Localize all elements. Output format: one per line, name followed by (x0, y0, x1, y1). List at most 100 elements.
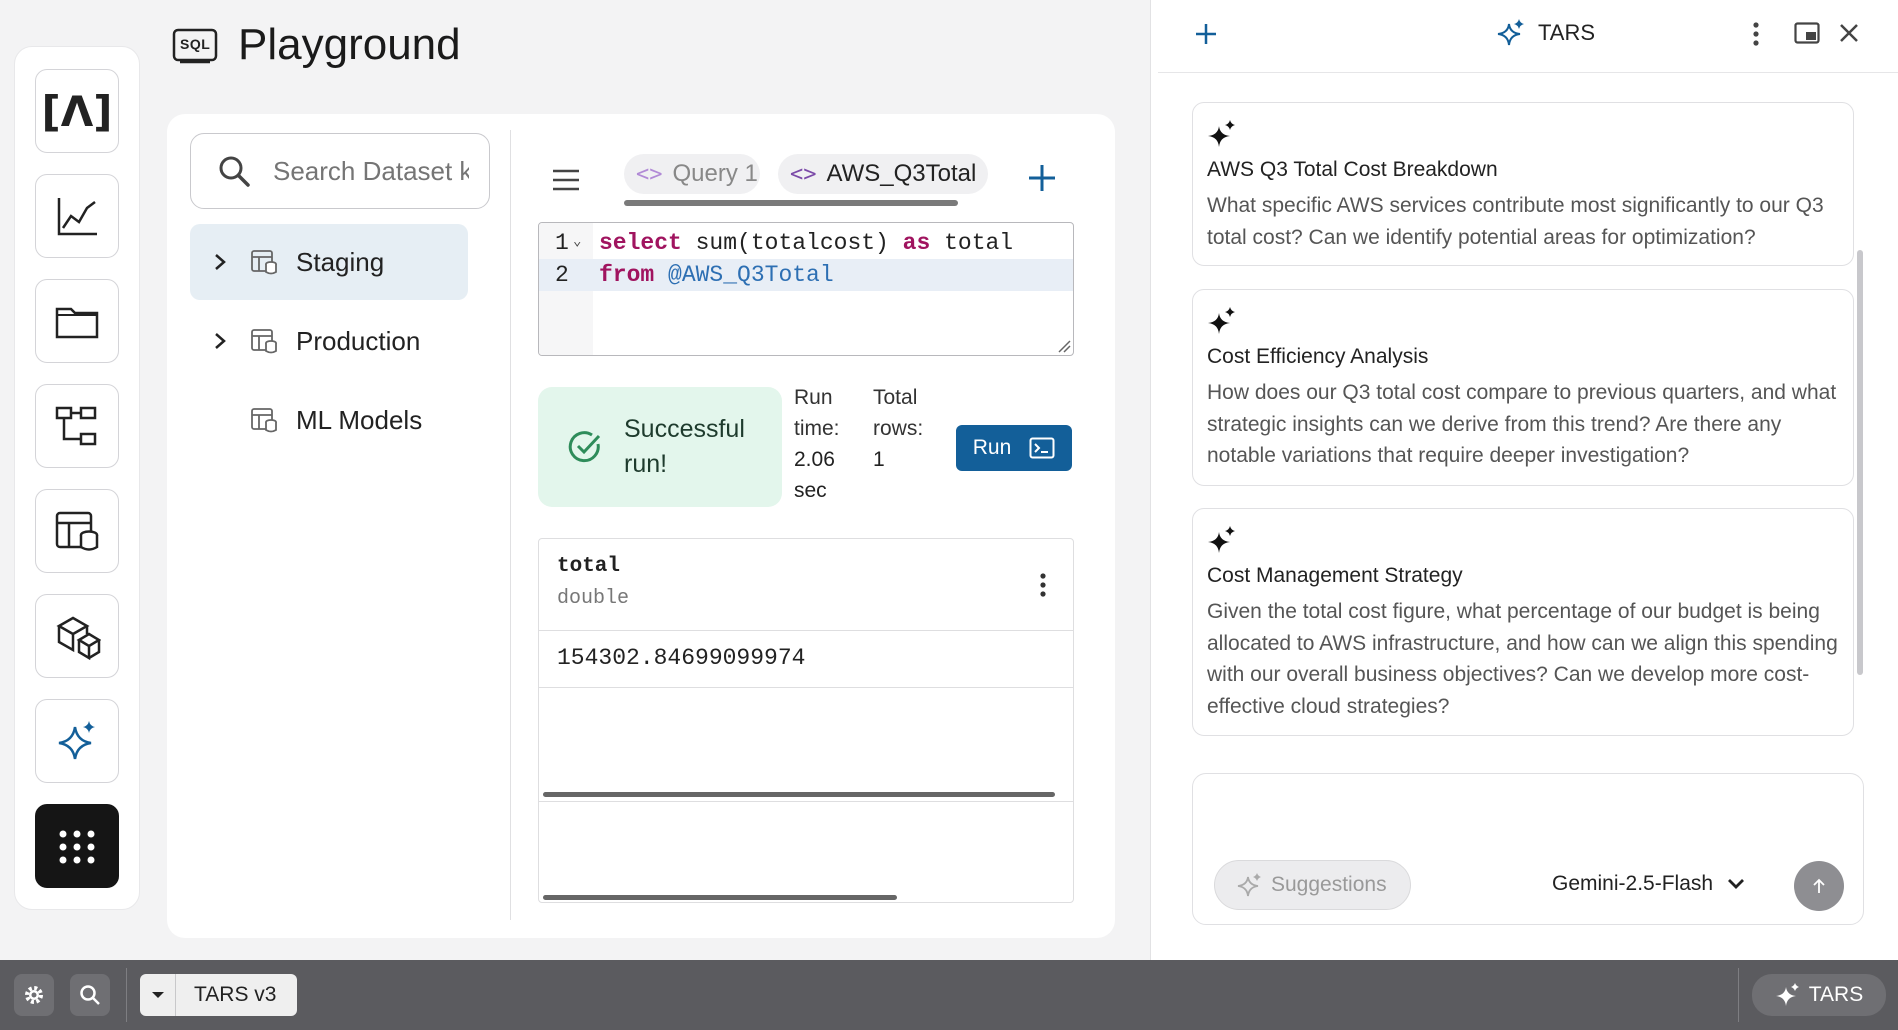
column-menu-icon[interactable] (1039, 571, 1047, 599)
suggestion-card[interactable]: Cost Efficiency Analysis How does our Q3… (1192, 289, 1854, 486)
resize-handle-icon[interactable] (1055, 337, 1071, 353)
nav-rail: [Λ] (14, 46, 140, 910)
add-tab-icon[interactable] (1026, 162, 1058, 194)
code-line: 1 ⌄ select sum(totalcost) as total (539, 227, 1073, 259)
suggestion-body: Given the total cost figure, what percen… (1207, 600, 1838, 718)
fold-icon[interactable]: ⌄ (573, 233, 581, 250)
lambda-logo-icon: [Λ] (41, 86, 113, 136)
code-text: total (930, 230, 1014, 256)
tree-item-ml-models[interactable]: ML Models (190, 382, 468, 458)
assistant-title: TARS (1496, 18, 1595, 48)
status-text: Successful run! (624, 415, 745, 478)
chevron-right-icon[interactable] (190, 253, 250, 271)
vertical-scrollbar[interactable] (1857, 250, 1863, 675)
chevron-right-icon[interactable] (190, 332, 250, 350)
tab-scrollbar[interactable] (624, 200, 958, 206)
assistant-title-label: TARS (1538, 20, 1596, 45)
picture-in-picture-icon[interactable] (1794, 22, 1820, 44)
tab-query-1[interactable]: <> Query 1 (624, 154, 760, 194)
workflow-icon (55, 406, 97, 446)
folder-icon (55, 307, 99, 339)
suggestion-body: How does our Q3 total cost compare to pr… (1207, 381, 1837, 467)
taskbar-search-button[interactable] (70, 974, 110, 1016)
tab-label: AWS_Q3Total (826, 160, 977, 187)
chart-icon (57, 198, 97, 236)
taskbar-app-tars-v3[interactable]: TARS v3 (140, 974, 297, 1016)
suggestion-body: What specific AWS services contribute mo… (1207, 194, 1824, 249)
suggestion-title: Cost Efficiency Analysis (1207, 345, 1429, 368)
files-button[interactable] (35, 279, 119, 363)
suggestion-card[interactable]: AWS Q3 Total Cost Breakdown What specifi… (1192, 102, 1854, 266)
sparkle-icon (1237, 873, 1261, 897)
table-database-icon (251, 250, 277, 275)
sparkle-icon (1208, 120, 1235, 147)
code-keyword: select (599, 230, 682, 256)
arrow-up-icon (1813, 878, 1825, 893)
code-line: 2 from @AWS_Q3Total (539, 259, 1073, 291)
run-button-label: Run (972, 436, 1012, 459)
tree-item-label: Production (296, 325, 421, 356)
total-rows-label: Total rows: (873, 386, 924, 440)
models-button[interactable] (35, 594, 119, 678)
tree-item-label: ML Models (296, 404, 423, 435)
home-logo-button[interactable]: [Λ] (35, 69, 119, 153)
more-options-icon[interactable] (1752, 20, 1760, 48)
table-database-icon (251, 329, 277, 354)
column-type: double (557, 587, 630, 610)
code-editor[interactable]: 1 ⌄ select sum(totalcost) as total 2 fro… (538, 222, 1074, 356)
sql-badge-label: SQL (180, 36, 211, 52)
charts-button[interactable] (35, 174, 119, 258)
search-icon (219, 156, 250, 187)
results-header: total double (539, 539, 1073, 631)
tree-item-production[interactable]: Production (190, 303, 468, 379)
total-rows-value: 1 (873, 448, 885, 471)
sql-badge-icon: SQL (172, 28, 218, 64)
caret-down-icon[interactable] (140, 974, 176, 1016)
search-input[interactable] (271, 154, 471, 188)
sparkle-icon (1497, 19, 1524, 46)
horizontal-scrollbar[interactable] (543, 792, 1055, 797)
run-status: Successful run! (538, 387, 782, 507)
code-reference: @AWS_Q3Total (654, 262, 834, 288)
apps-grid-icon (59, 830, 95, 864)
table-cell: 154302.84699099974 (557, 645, 806, 671)
tree-item-label: Staging (296, 246, 385, 277)
taskbar-tars-button[interactable]: TARS (1752, 974, 1886, 1016)
suggestion-title: AWS Q3 Total Cost Breakdown (1207, 158, 1498, 181)
tab-label: Query 1 (672, 160, 758, 187)
sparkle-icon (1775, 983, 1799, 1006)
results-table: total double 154302.84699099974 (538, 538, 1074, 903)
code-keyword: from (599, 262, 655, 288)
terminal-icon (1029, 437, 1055, 459)
suggestion-card[interactable]: Cost Management Strategy Given the total… (1192, 508, 1854, 736)
model-select[interactable]: Gemini-2.5-Flash (1552, 872, 1745, 896)
taskbar-app-label: TARS v3 (194, 983, 277, 1006)
check-circle-icon (568, 431, 601, 463)
code-icon: <> (790, 161, 817, 187)
line-number: 1 (555, 230, 569, 256)
datasets-button[interactable] (35, 489, 119, 573)
dataset-search[interactable] (190, 133, 490, 209)
gear-icon (25, 986, 43, 1004)
tree-item-staging[interactable]: Staging (190, 224, 468, 300)
suggestions-button[interactable]: Suggestions (1214, 860, 1411, 910)
sparkle-icon (58, 721, 95, 760)
menu-icon[interactable] (551, 168, 581, 192)
run-button[interactable]: Run (956, 425, 1072, 471)
tab-aws-q3total[interactable]: <> AWS_Q3Total (778, 154, 988, 194)
chevron-down-icon (1728, 879, 1745, 889)
apps-button[interactable] (35, 804, 119, 888)
model-label: Gemini-2.5-Flash (1552, 872, 1714, 895)
column-name: total (557, 555, 621, 578)
settings-button[interactable] (14, 974, 54, 1016)
workflows-button[interactable] (35, 384, 119, 468)
panel-divider (510, 130, 511, 920)
new-chat-icon[interactable] (1192, 20, 1220, 48)
close-icon[interactable] (1838, 22, 1860, 44)
horizontal-scrollbar[interactable] (543, 895, 897, 900)
code-icon: <> (636, 161, 663, 187)
ai-assistant-button[interactable] (35, 699, 119, 783)
cubes-icon (56, 616, 101, 660)
send-button[interactable] (1794, 861, 1844, 911)
suggestions-label: Suggestions (1271, 873, 1387, 896)
